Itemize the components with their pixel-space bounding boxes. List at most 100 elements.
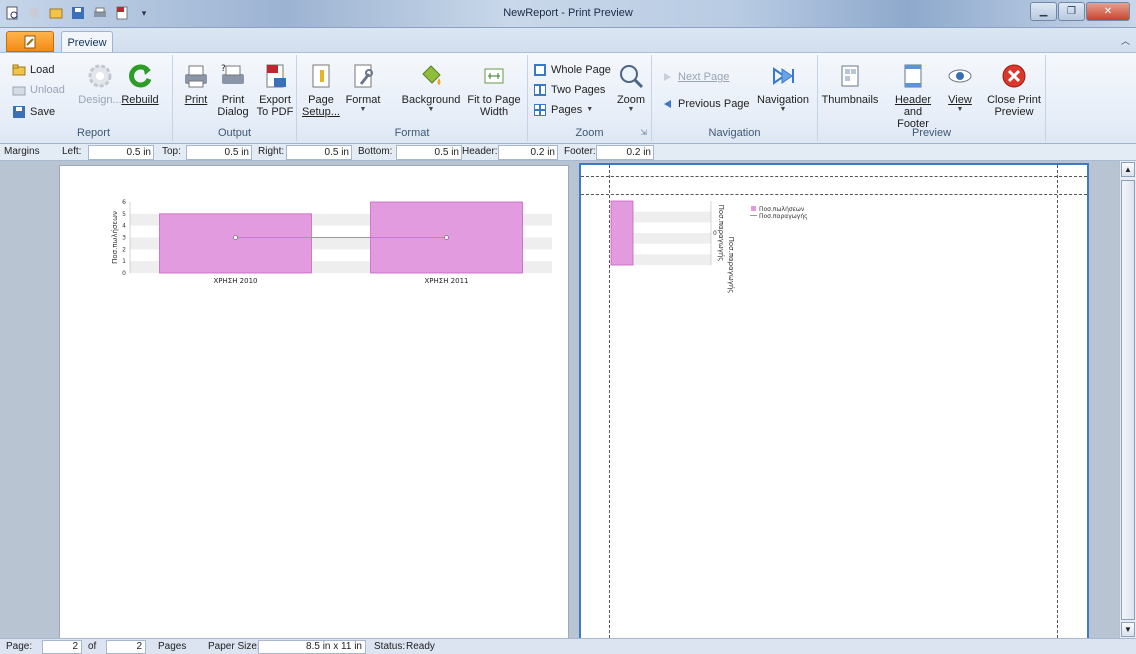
report-page-2: 0 Ποσ.παραγωγής Ποσ.παραγωγής Ποσ.πωλήσε… <box>579 163 1089 638</box>
gear-icon <box>85 61 115 91</box>
margins-bar: Margins Left: 0.5 in Top: 0.5 in Right: … <box>0 144 1136 161</box>
window-title: NewReport - Print Preview <box>503 7 633 19</box>
paper-size-field: 8.5 in x 11 in <box>258 640 366 654</box>
y-axis-label: Ποσ.πωλήσεων <box>111 211 119 264</box>
save-icon <box>12 105 26 119</box>
load-button[interactable]: Load <box>12 61 54 79</box>
y-tick-label: 5 <box>122 211 126 218</box>
thumbnails-button[interactable]: Thumbnails <box>822 61 878 106</box>
chevron-down-icon: ▼ <box>427 106 435 113</box>
close-icon <box>999 61 1029 91</box>
chevron-down-icon: ▼ <box>956 106 964 113</box>
view-button[interactable]: View ▼ <box>946 61 974 114</box>
ribbon-tab-row: Preview ︿ <box>0 28 1136 53</box>
next-page-button[interactable]: Next Page <box>660 68 729 86</box>
ribbon: Load Unload Save Design... Rebuild Repor… <box>0 52 1136 144</box>
left-margin-label: Left: <box>62 146 82 157</box>
left-margin-field[interactable]: 0.5 in <box>88 145 154 160</box>
status-label: Status: <box>374 641 406 652</box>
chevron-down-icon: ▼ <box>586 106 594 113</box>
x-tick-label: ΧΡΗΣΗ 2011 <box>424 277 468 285</box>
whole-page-button[interactable]: Whole Page <box>533 61 611 79</box>
unload-icon <box>12 83 26 97</box>
window-controls: ▁ ❐ ✕ <box>1030 2 1130 21</box>
format-button[interactable]: Format ▼ <box>344 61 382 114</box>
chart-page-2: 0 Ποσ.παραγωγής Ποσ.παραγωγής Ποσ.πωλήσε… <box>610 200 808 293</box>
title-bar: ▾ NewReport - Print Preview ▁ ❐ ✕ <box>0 0 1136 28</box>
legend-swatch <box>751 206 756 211</box>
y-tick-label: 3 <box>122 235 126 242</box>
legend-label: Ποσ.παραγωγής <box>759 213 808 220</box>
ribbon-collapse-icon[interactable]: ︿ <box>1121 34 1130 47</box>
group-navigation: Next Page Previous Page Navigation ▼ Nav… <box>652 55 818 141</box>
page-label: Page: <box>6 641 33 652</box>
maximize-button[interactable]: ❐ <box>1058 2 1085 21</box>
app-menu-icon <box>24 35 36 48</box>
group-label-output: Output <box>217 127 252 139</box>
unload-button[interactable]: Unload <box>12 81 65 99</box>
of-label: of <box>88 641 97 652</box>
save-button[interactable]: Save <box>12 103 55 121</box>
footer-margin-field[interactable]: 0.2 in <box>596 145 654 160</box>
paper-size-label: Paper Size: <box>208 641 260 652</box>
navigation-button[interactable]: Navigation ▼ <box>754 61 812 114</box>
footer-margin-label: Footer: <box>564 146 596 157</box>
bottom-margin-field[interactable]: 0.5 in <box>396 145 462 160</box>
svg-text:?: ? <box>221 64 226 74</box>
scroll-thumb[interactable] <box>1121 180 1135 620</box>
page-setup-button[interactable]: Page Setup... <box>302 61 340 118</box>
background-button[interactable]: Background ▼ <box>401 61 461 114</box>
printer-dialog-icon: ? <box>218 61 248 91</box>
export-pdf-button[interactable]: Export To PDF <box>255 61 295 118</box>
dialog-launcher-icon[interactable]: ⇲ <box>640 128 647 137</box>
close-print-preview-button[interactable]: Close Print Preview <box>986 61 1042 118</box>
previous-page-button[interactable]: Previous Page <box>660 95 750 113</box>
fit-to-page-width-button[interactable]: Fit to Page Width <box>465 61 523 118</box>
line-point <box>444 235 449 240</box>
y-tick-label: 6 <box>122 199 126 206</box>
group-label-preview: Preview <box>911 127 952 139</box>
header-margin-field[interactable]: 0.2 in <box>498 145 558 160</box>
tab-preview[interactable]: Preview <box>61 31 113 53</box>
next-arrow-icon <box>660 70 674 84</box>
current-page-field[interactable]: 2 <box>42 640 82 654</box>
bar <box>159 213 312 274</box>
two-pages-button[interactable]: Two Pages <box>533 81 605 99</box>
scroll-up-icon[interactable]: ▲ <box>1121 162 1135 177</box>
report-page-1: 0 1 2 3 4 5 6 ΧΡΗΣΗ 2010 ΧΡΗΣΗ 2011 Ποσ.πωλήσεω… <box>59 165 569 638</box>
y-tick-label: 1 <box>122 258 126 265</box>
vertical-scrollbar[interactable]: ▲ ▼ <box>1119 161 1136 638</box>
chart-page-1: 0 1 2 3 4 5 6 ΧΡΗΣΗ 2010 ΧΡΗΣΗ 2011 Ποσ.πωλήσεω… <box>111 199 552 285</box>
eye-icon <box>945 61 975 91</box>
scroll-down-icon[interactable]: ▼ <box>1121 622 1135 637</box>
magnifier-icon <box>616 61 646 91</box>
close-window-button[interactable]: ✕ <box>1086 2 1130 21</box>
right-margin-field[interactable]: 0.5 in <box>286 145 352 160</box>
minimize-button[interactable]: ▁ <box>1030 2 1057 21</box>
application-button[interactable] <box>6 31 54 52</box>
preview-area[interactable]: 0 1 2 3 4 5 6 ΧΡΗΣΗ 2010 ΧΡΗΣΗ 2011 Ποσ.πωλήσεω… <box>0 161 1136 638</box>
group-label-format: Format <box>394 127 430 139</box>
header-footer-button[interactable]: Header and Footer <box>888 61 938 130</box>
bar <box>610 200 634 266</box>
rebuild-button[interactable]: Rebuild <box>115 61 165 106</box>
print-dialog-button[interactable]: ? Print Dialog <box>215 61 251 118</box>
pdf-export-icon <box>260 61 290 91</box>
group-report: Load Unload Save Design... Rebuild Repor… <box>0 55 173 141</box>
top-margin-label: Top: <box>162 146 181 157</box>
pages-dropdown[interactable]: Pages ▼ <box>533 101 593 119</box>
zoom-button[interactable]: Zoom ▼ <box>614 61 648 114</box>
chevron-down-icon: ▼ <box>627 106 635 113</box>
pages-label: Pages <box>158 641 187 652</box>
y-tick-label: 4 <box>122 223 126 230</box>
print-button[interactable]: Print <box>179 61 213 106</box>
previous-arrow-icon <box>660 97 674 111</box>
top-margin-field[interactable]: 0.5 in <box>186 145 252 160</box>
group-preview: Thumbnails Header and Footer View ▼ Clos… <box>818 55 1046 141</box>
refresh-icon <box>125 61 155 91</box>
load-icon <box>12 63 26 77</box>
fit-width-icon <box>479 61 509 91</box>
y-tick-label: 2 <box>122 246 126 253</box>
total-pages-field: 2 <box>106 640 146 654</box>
wrench-icon <box>348 61 378 91</box>
